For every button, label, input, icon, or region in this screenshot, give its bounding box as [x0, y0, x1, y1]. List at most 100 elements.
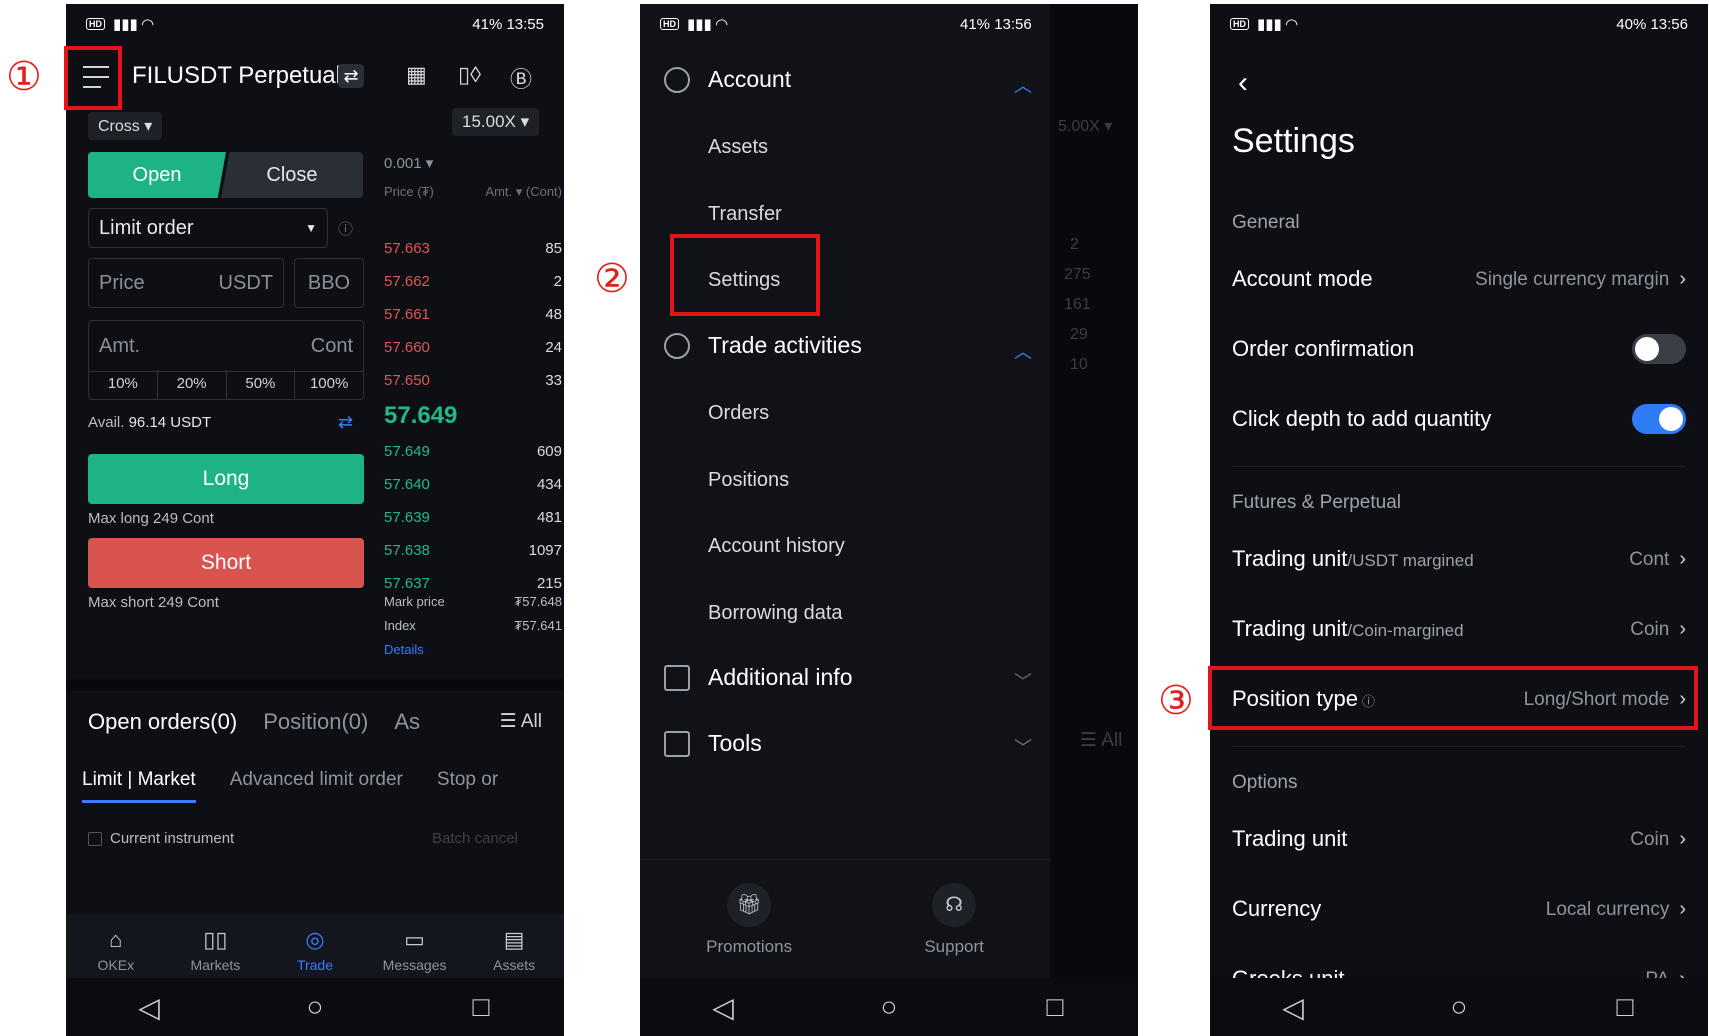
order-book-row[interactable]: 57.639 481	[384, 501, 562, 534]
usdt-margined-label: /USDT margined	[1347, 551, 1474, 570]
briefcase-icon	[664, 730, 690, 757]
tab-markets[interactable]: ▯▯ Markets	[175, 914, 255, 986]
menu-positions[interactable]: Positions	[708, 469, 789, 492]
short-button[interactable]: Short	[88, 538, 364, 588]
max-long-text: Max long 249 Cont	[88, 510, 214, 527]
menu-borrowing-data[interactable]: Borrowing data	[708, 602, 843, 625]
order-book-amount: 33	[545, 372, 562, 389]
leverage-select[interactable]: 15.00X ▾	[452, 108, 540, 136]
highlight-menu	[64, 46, 122, 110]
subtab-advanced-limit[interactable]: Advanced limit order	[230, 769, 403, 809]
recents-nav-icon[interactable]: □	[1595, 991, 1655, 1023]
menu-orders[interactable]: Orders	[708, 402, 769, 425]
drawer-screen: 5.00X ▾ 2 275 161 29 10 ☰ All HD ▮▮▮ ◠ 41…	[640, 4, 1138, 1036]
trading-unit-label: Trading unit	[1232, 616, 1348, 641]
chevron-down-icon[interactable]: ﹀	[1014, 734, 1032, 760]
order-book-row[interactable]: 57.663 85	[384, 232, 562, 265]
click-depth-toggle[interactable]	[1632, 404, 1686, 434]
tools-section[interactable]: Tools	[664, 730, 762, 757]
recents-nav-icon[interactable]: □	[1025, 991, 1085, 1023]
back-arrow-icon[interactable]: ‹	[1238, 66, 1248, 100]
tab-position[interactable]: Position(0)	[263, 709, 368, 735]
details-link[interactable]: Details	[384, 642, 424, 657]
price-input[interactable]: Price USDT	[88, 258, 284, 308]
chevron-right-icon: ›	[1679, 827, 1686, 850]
order-book-row[interactable]: 57.660 24	[384, 331, 562, 364]
order-book-row[interactable]: 57.640 434	[384, 468, 562, 501]
amount-input[interactable]: Amt. Cont	[88, 320, 364, 372]
long-button[interactable]: Long	[88, 454, 364, 504]
account-mode-row[interactable]: Account mode Single currency margin ›	[1232, 254, 1686, 304]
trade-activities-section[interactable]: Trade activities	[664, 332, 862, 359]
bbo-button[interactable]: BBO	[294, 258, 364, 308]
step-3-annotation: ③	[1158, 678, 1194, 724]
orders-tabs: Open orders(0) Position(0) As ☰ All	[66, 694, 564, 749]
subtab-limit-market[interactable]: Limit | Market	[82, 769, 196, 803]
tab-assets[interactable]: ▤ Assets	[474, 914, 554, 986]
order-book-row[interactable]: 57.662 2	[384, 265, 562, 298]
order-book-row[interactable]: 57.649 609	[384, 435, 562, 468]
percent-20[interactable]: 20%	[158, 370, 227, 399]
dimmed-background[interactable]: 5.00X ▾ 2 275 161 29 10 ☰ All	[1050, 4, 1138, 1036]
home-nav-icon[interactable]: ○	[859, 991, 919, 1023]
options-trading-unit-row[interactable]: Trading unit Coin ›	[1232, 814, 1686, 864]
transfer-icon[interactable]: ⇄	[338, 412, 353, 433]
percent-100[interactable]: 100%	[295, 370, 363, 399]
chevron-up-icon[interactable]: ︿	[1014, 72, 1032, 98]
tab-okex[interactable]: ⌂ OKEx	[76, 914, 156, 986]
status-bar: HD ▮▮▮ ◠ 41% 13:56	[640, 4, 1050, 44]
menu-account-history[interactable]: Account history	[708, 535, 845, 558]
pie-chart-icon	[664, 66, 690, 93]
open-tab[interactable]: Open	[88, 152, 226, 198]
percent-10[interactable]: 10%	[89, 370, 158, 399]
order-confirmation-toggle[interactable]	[1632, 334, 1686, 364]
order-book-row[interactable]: 57.638 1097	[384, 534, 562, 567]
tab-open-orders[interactable]: Open orders(0)	[88, 709, 237, 735]
support-button[interactable]: ☊ Support	[924, 882, 984, 957]
additional-info-section[interactable]: Additional info	[664, 664, 853, 691]
coin-icon[interactable]: Ⓑ	[510, 62, 532, 94]
chevron-up-icon[interactable]: ︿	[1014, 338, 1032, 364]
percent-50[interactable]: 50%	[227, 370, 296, 399]
account-section[interactable]: Account	[664, 66, 791, 93]
pair-title[interactable]: FILUSDT Perpetual	[132, 62, 341, 90]
recents-nav-icon[interactable]: □	[451, 991, 511, 1023]
trading-unit-coin-row[interactable]: Trading unit/Coin-margined Coin ›	[1232, 604, 1686, 654]
candles-icon[interactable]: ▯◊	[458, 62, 481, 88]
home-nav-icon[interactable]: ○	[285, 991, 345, 1023]
calculator-icon[interactable]: ▦	[406, 62, 427, 88]
order-book-row[interactable]: 57.650 33	[384, 364, 562, 397]
back-nav-icon[interactable]: ◁	[119, 991, 179, 1024]
order-type-select[interactable]: Limit order ▼	[88, 208, 328, 248]
currency-value: Local currency	[1545, 898, 1670, 920]
currency-label: Currency	[1232, 896, 1322, 921]
group-options: Options	[1232, 772, 1298, 793]
group-general: General	[1232, 212, 1300, 233]
subtab-stop[interactable]: Stop or	[437, 769, 498, 809]
order-book-price: 57.661	[384, 306, 430, 323]
order-book-price: 57.663	[384, 240, 430, 257]
back-nav-icon[interactable]: ◁	[1263, 991, 1323, 1024]
order-confirmation-row: Order confirmation	[1232, 324, 1686, 374]
click-depth-label: Click depth to add quantity	[1232, 406, 1492, 431]
current-instrument-checkbox[interactable]: Current instrument	[88, 830, 234, 847]
tab-assets[interactable]: As	[394, 709, 420, 735]
tab-messages[interactable]: ▭ Messages	[375, 914, 455, 986]
close-tab[interactable]: Close	[221, 152, 363, 198]
menu-transfer[interactable]: Transfer	[708, 203, 782, 226]
trading-unit-usdt-row[interactable]: Trading unit/USDT margined Cont ›	[1232, 534, 1686, 584]
swap-pair-icon[interactable]: ⇄	[338, 64, 364, 88]
margin-mode-select[interactable]: Cross ▾	[88, 112, 163, 140]
tick-size-select[interactable]: 0.001 ▾	[384, 154, 433, 172]
menu-assets[interactable]: Assets	[708, 136, 768, 159]
batch-cancel-button[interactable]: Batch cancel	[432, 830, 518, 847]
chevron-down-icon[interactable]: ﹀	[1014, 668, 1032, 694]
home-nav-icon[interactable]: ○	[1429, 991, 1489, 1023]
tab-trade[interactable]: ◎ Trade	[275, 914, 355, 986]
back-nav-icon[interactable]: ◁	[693, 991, 753, 1024]
info-icon[interactable]: ⓘ	[338, 218, 353, 239]
currency-row[interactable]: Currency Local currency ›	[1232, 884, 1686, 934]
order-book-row[interactable]: 57.661 48	[384, 298, 562, 331]
filter-all-button[interactable]: ☰ All	[500, 710, 542, 733]
promotions-button[interactable]: 🎁︎ Promotions	[706, 882, 792, 957]
